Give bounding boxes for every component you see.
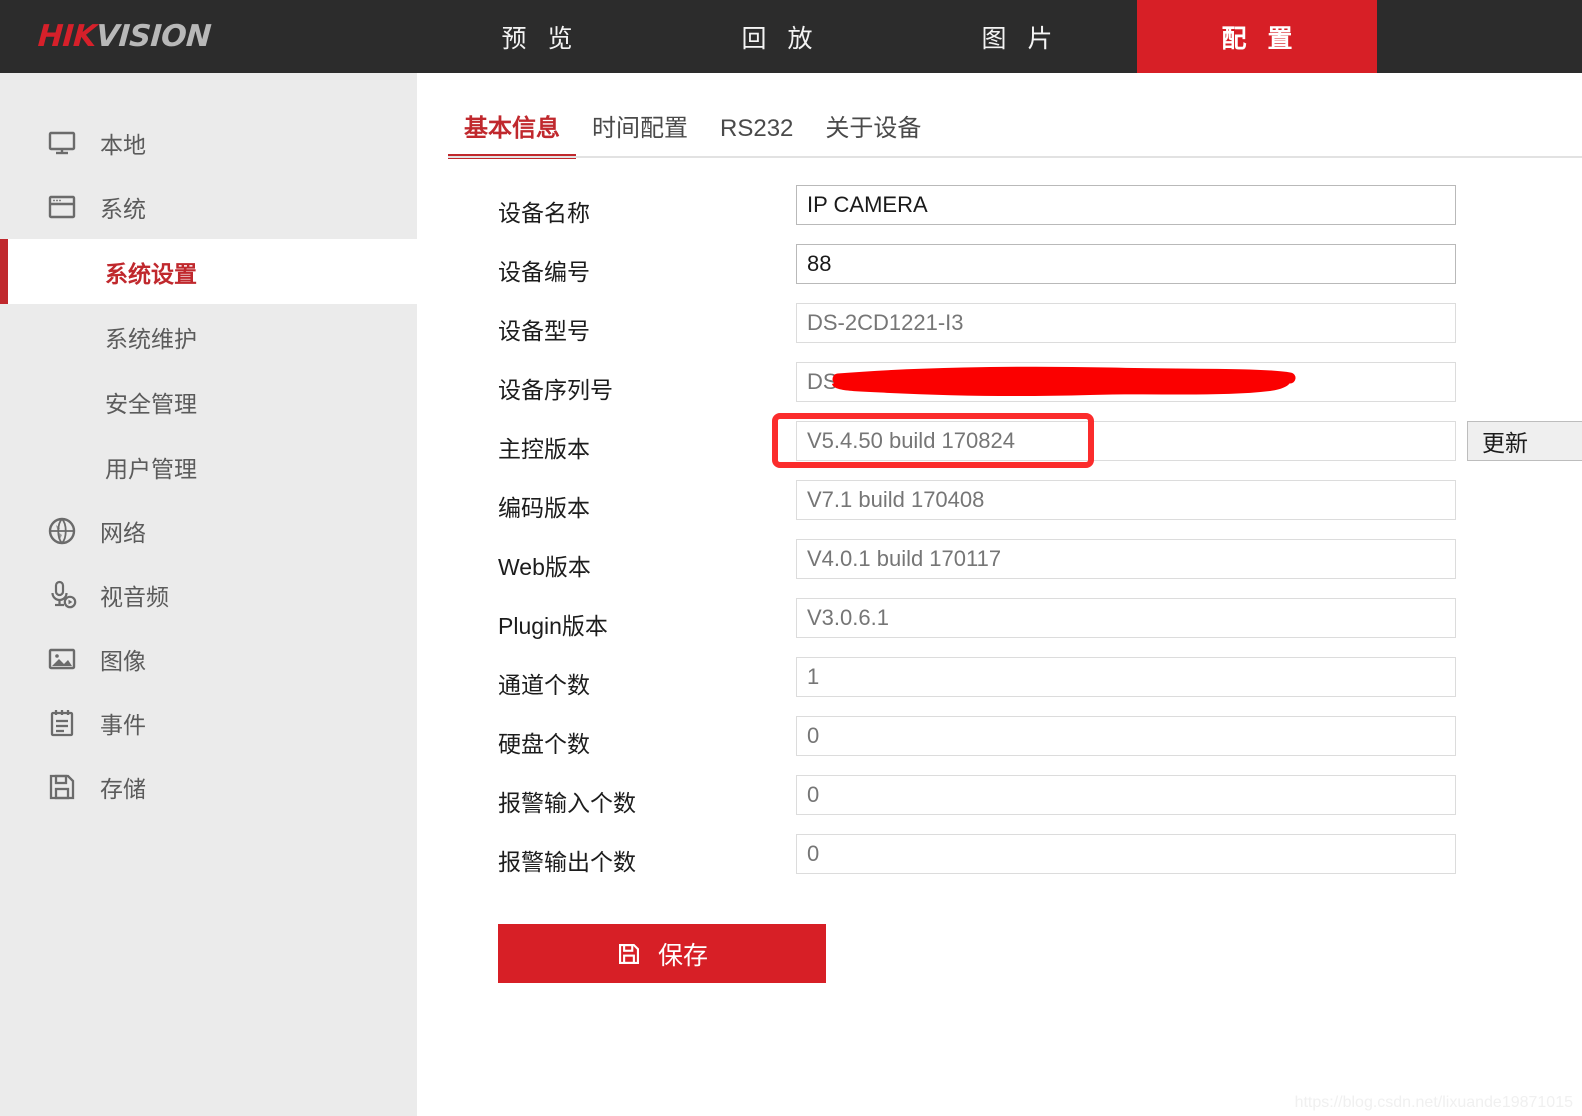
- form-row-device-serial: 设备序列号: [417, 358, 1582, 417]
- input-web-version: [796, 539, 1456, 579]
- input-encoding-version: [796, 480, 1456, 520]
- sidebar: 本地 系统 系统设置 系统维护 安全管理 用户管理 网络 视音频 图像 事件 存…: [0, 73, 417, 1116]
- sidebar-label-user-management: 用户管理: [105, 455, 197, 482]
- label-channel-count: 通道个数: [498, 672, 590, 698]
- sidebar-item-event[interactable]: 事件: [0, 691, 417, 755]
- form-row-device-number: 设备编号: [417, 240, 1582, 299]
- floppy-disk-icon: [616, 941, 642, 967]
- monitor-icon: [46, 127, 78, 159]
- label-disk-count: 硬盘个数: [498, 731, 590, 757]
- topnav-item-configuration[interactable]: 配 置: [1137, 0, 1377, 73]
- input-device-number[interactable]: [796, 244, 1456, 284]
- sidebar-label-security-management: 安全管理: [105, 390, 197, 417]
- form-row-alarm-input-count: 报警输入个数: [417, 771, 1582, 830]
- brand-logo[interactable]: HIKVISION: [0, 0, 417, 73]
- input-device-model: [796, 303, 1456, 343]
- label-alarm-output-count: 报警输出个数: [498, 849, 636, 875]
- label-alarm-input-count: 报警输入个数: [498, 790, 636, 816]
- image-icon: [46, 643, 78, 675]
- logo-hik-text: HIK: [36, 19, 98, 54]
- sidebar-label-system: 系统: [100, 196, 146, 222]
- input-device-serial: [796, 362, 1456, 402]
- sidebar-label-image: 图像: [100, 648, 146, 674]
- notepad-icon: [46, 707, 78, 739]
- sidebar-label-system-settings: 系统设置: [105, 260, 197, 287]
- save-button-label: 保存: [657, 941, 708, 970]
- label-web-version: Web版本: [498, 554, 591, 580]
- label-device-name: 设备名称: [498, 200, 590, 226]
- sidebar-label-event: 事件: [100, 712, 146, 738]
- sidebar-item-image[interactable]: 图像: [0, 627, 417, 691]
- sidebar-item-system-maintenance[interactable]: 系统维护: [0, 304, 417, 369]
- form-row-device-model: 设备型号: [417, 299, 1582, 358]
- tab-about-device[interactable]: 关于设备: [809, 108, 937, 159]
- window-icon: [46, 191, 78, 223]
- label-device-model: 设备型号: [498, 318, 590, 344]
- logo-vision-text: VISION: [94, 19, 213, 54]
- form-row-alarm-output-count: 报警输出个数: [417, 830, 1582, 889]
- globe-icon: [46, 515, 78, 547]
- form-row-plugin-version: Plugin版本: [417, 594, 1582, 653]
- sidebar-label-storage: 存储: [100, 776, 146, 802]
- basic-info-form: 设备名称 设备编号 设备型号 设备序列号 主控版本 更新: [417, 181, 1582, 889]
- sidebar-item-system[interactable]: 系统: [0, 175, 417, 239]
- sidebar-label-local: 本地: [100, 132, 146, 158]
- label-plugin-version: Plugin版本: [498, 613, 608, 639]
- form-row-web-version: Web版本: [417, 535, 1582, 594]
- floppy-disk-icon: [46, 771, 78, 803]
- hikvision-logo-text: HIKVISION: [37, 19, 212, 54]
- tab-divider: [448, 156, 1582, 158]
- sidebar-label-system-maintenance: 系统维护: [105, 325, 197, 352]
- label-device-serial: 设备序列号: [498, 377, 613, 403]
- input-plugin-version: [796, 598, 1456, 638]
- top-header: HIKVISION 预 览 回 放 图 片 配 置: [0, 0, 1582, 73]
- input-firmware-version: [796, 421, 1456, 461]
- sidebar-label-audio-video: 视音频: [100, 584, 169, 610]
- update-button[interactable]: 更新: [1467, 421, 1582, 461]
- save-button[interactable]: 保存: [498, 924, 826, 983]
- microphone-play-icon: [46, 579, 78, 611]
- label-encoding-version: 编码版本: [498, 495, 590, 521]
- sidebar-item-audio-video[interactable]: 视音频: [0, 563, 417, 627]
- sidebar-label-network: 网络: [100, 520, 146, 546]
- watermark-url: https://blog.csdn.net/lixuande19871015: [1294, 1094, 1573, 1111]
- input-alarm-input-count: [796, 775, 1456, 815]
- input-alarm-output-count: [796, 834, 1456, 874]
- label-firmware-version: 主控版本: [498, 436, 590, 462]
- form-row-device-name: 设备名称: [417, 181, 1582, 240]
- sidebar-item-security-management[interactable]: 安全管理: [0, 369, 417, 434]
- form-row-encoding-version: 编码版本: [417, 476, 1582, 535]
- top-navigation: 预 览 回 放 图 片 配 置: [417, 0, 1582, 73]
- form-row-channel-count: 通道个数: [417, 653, 1582, 712]
- input-channel-count: [796, 657, 1456, 697]
- content-tabs: 基本信息 时间配置 RS232 关于设备: [448, 101, 937, 159]
- sidebar-item-network[interactable]: 网络: [0, 499, 417, 563]
- topnav-item-preview[interactable]: 预 览: [417, 0, 657, 73]
- tab-time-config[interactable]: 时间配置: [576, 108, 704, 159]
- sidebar-item-user-management[interactable]: 用户管理: [0, 434, 417, 499]
- content-panel: 基本信息 时间配置 RS232 关于设备 设备名称 设备编号 设备型号 设备序列…: [417, 73, 1582, 1116]
- tab-rs232[interactable]: RS232: [704, 115, 809, 159]
- tab-basic-info[interactable]: 基本信息: [448, 108, 576, 159]
- topnav-item-picture[interactable]: 图 片: [897, 0, 1137, 73]
- label-device-number: 设备编号: [498, 259, 590, 285]
- input-device-name[interactable]: [796, 185, 1456, 225]
- sidebar-item-storage[interactable]: 存储: [0, 755, 417, 819]
- form-row-disk-count: 硬盘个数: [417, 712, 1582, 771]
- sidebar-item-local[interactable]: 本地: [0, 111, 417, 175]
- sidebar-item-system-settings[interactable]: 系统设置: [0, 239, 417, 304]
- form-row-firmware-version: 主控版本 更新: [417, 413, 1582, 476]
- input-disk-count: [796, 716, 1456, 756]
- topnav-item-playback[interactable]: 回 放: [657, 0, 897, 73]
